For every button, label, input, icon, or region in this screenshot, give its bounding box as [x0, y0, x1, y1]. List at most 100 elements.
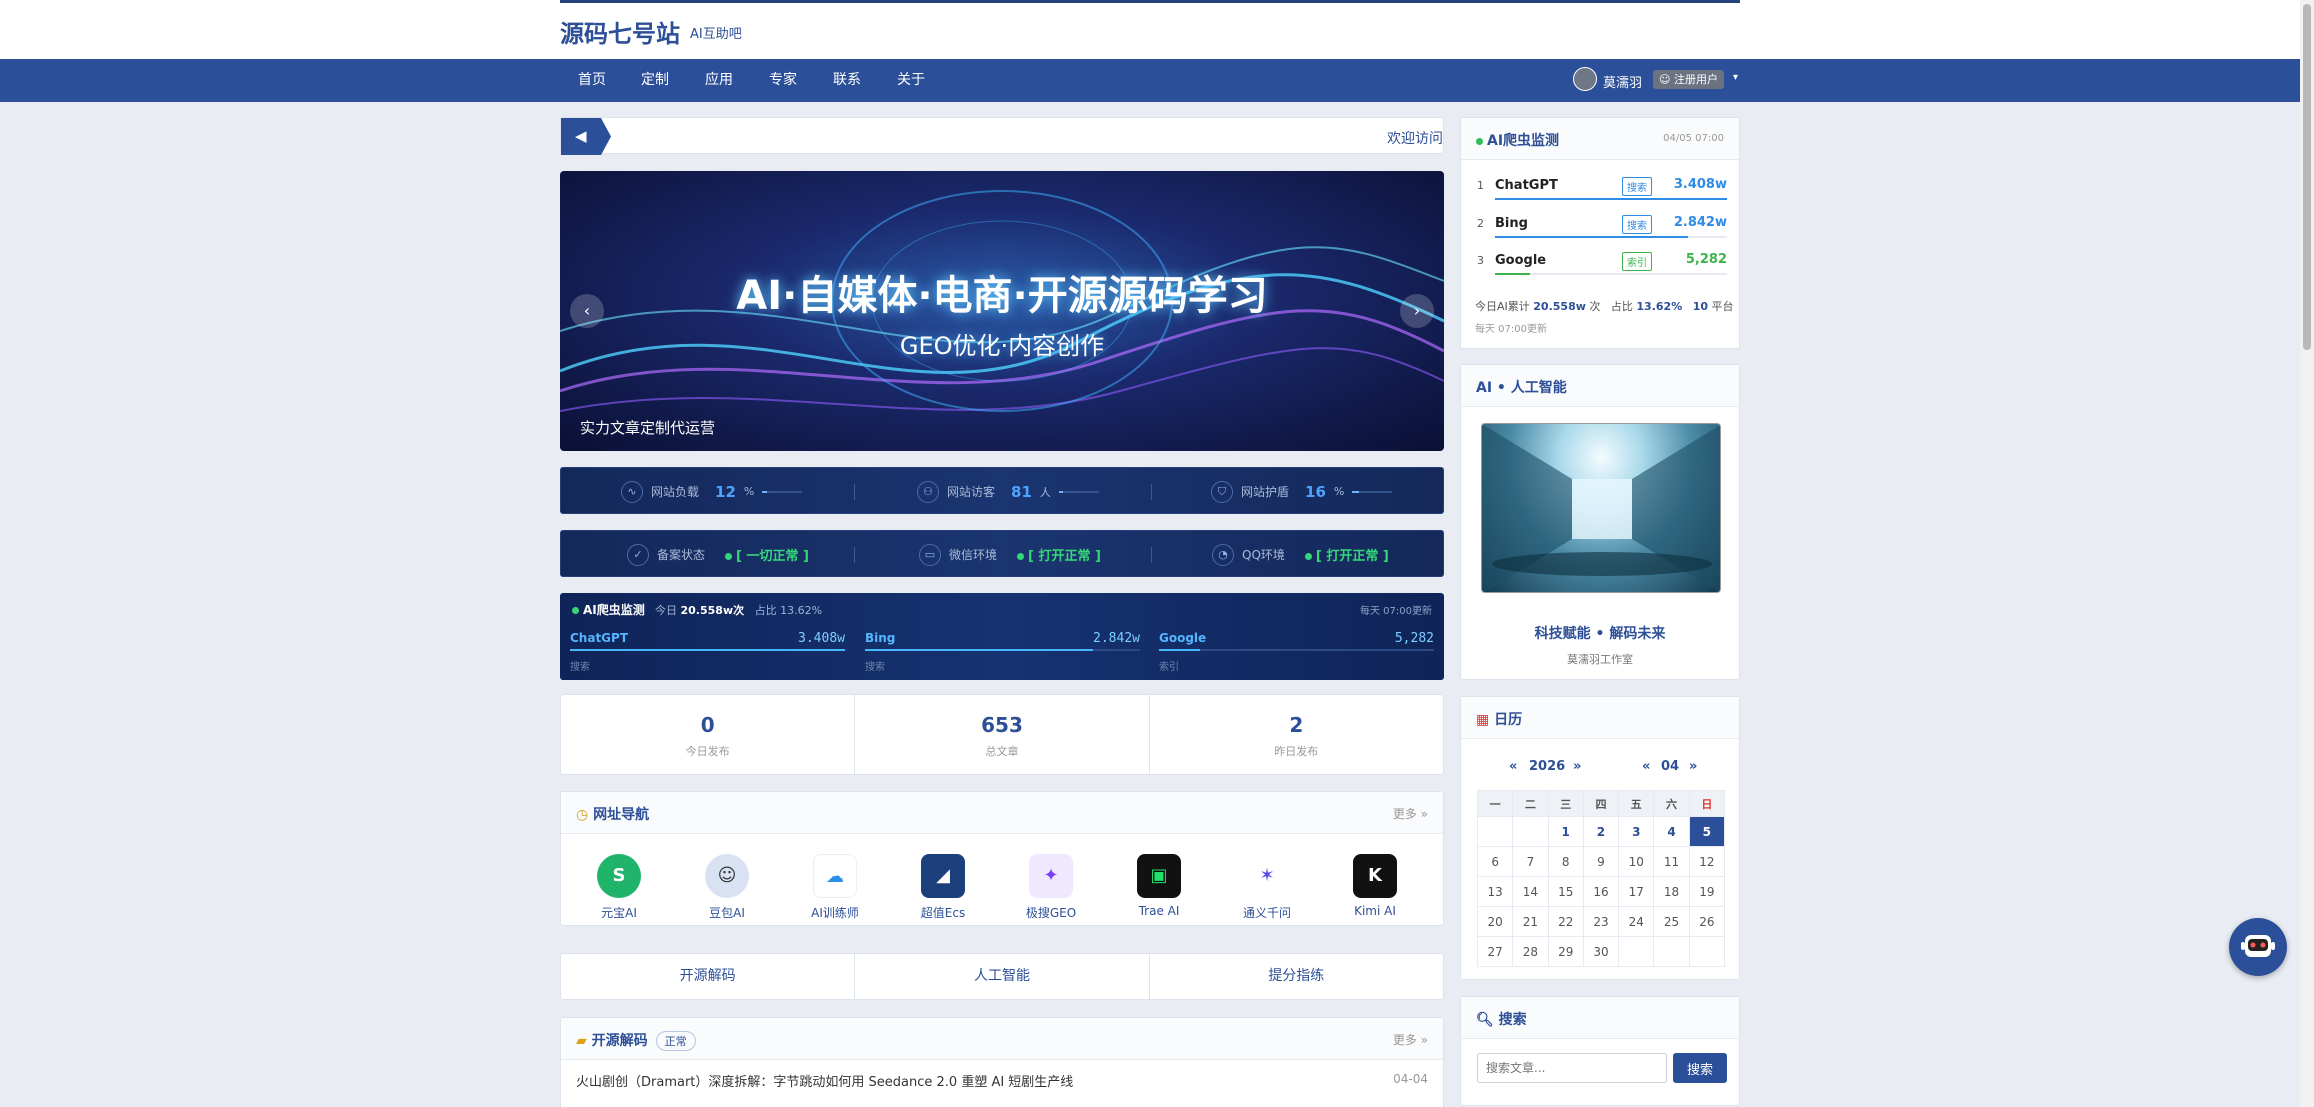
calendar-day[interactable]: 26: [1688, 906, 1726, 937]
nav-item-home[interactable]: 首页: [578, 59, 606, 102]
status-label: QQ环境: [1242, 548, 1285, 562]
calendar-day[interactable]: 19: [1688, 876, 1726, 907]
site-logo[interactable]: 源码七号站: [560, 14, 680, 49]
calendar-day[interactable]: 6: [1476, 846, 1514, 877]
calendar-day[interactable]: 4: [1653, 816, 1690, 847]
article-link[interactable]: 火山剧创（Dramart）深度拆解：字节跳动如何用 Seedance 2.0 重…: [576, 1071, 1073, 1090]
calendar-day[interactable]: 16: [1582, 876, 1620, 907]
weekday-header: 日: [1688, 790, 1726, 817]
calendar-day[interactable]: 28: [1512, 936, 1549, 967]
calendar-day[interactable]: 5: [1688, 816, 1726, 847]
status-value: 16: [1305, 482, 1326, 501]
section-title: AI • 人工智能: [1476, 380, 1567, 396]
corridor-graphic: [1482, 424, 1720, 592]
link-geo[interactable]: ✦ 极搜GEO: [1016, 854, 1086, 921]
calendar-day[interactable]: 13: [1476, 876, 1514, 907]
hero-banner[interactable]: AI·自媒体·电商·开源源码学习 GEO优化·内容创作 实力文章定制代运营 ‹ …: [560, 171, 1444, 451]
prev-year-button[interactable]: «: [1509, 759, 1517, 774]
banner-caption[interactable]: 实力文章定制代运营: [580, 417, 715, 438]
link-ecs[interactable]: ◢ 超值Ecs: [908, 854, 978, 921]
tab-practice[interactable]: 提分指练: [1150, 954, 1443, 999]
more-link[interactable]: 更多 »: [1393, 1031, 1428, 1048]
calendar-day: [1688, 936, 1726, 967]
announcement-bar: ◀ 欢迎访问: [560, 117, 1444, 155]
calendar-day[interactable]: 17: [1618, 876, 1655, 907]
calendar-day[interactable]: 23: [1582, 906, 1620, 937]
divider: [1151, 547, 1152, 563]
calendar-day[interactable]: 9: [1582, 846, 1620, 877]
nav-item-apps[interactable]: 应用: [705, 59, 733, 102]
link-trae[interactable]: ▣ Trae AI: [1124, 854, 1194, 918]
search-input[interactable]: [1477, 1053, 1667, 1083]
calendar-day[interactable]: 15: [1547, 876, 1584, 907]
status-load: ∿ 网站负载 12 %: [621, 468, 803, 515]
calendar-day[interactable]: 24: [1618, 906, 1655, 937]
megaphone-icon: ◀: [561, 118, 611, 155]
nav-item-custom[interactable]: 定制: [641, 59, 669, 102]
status-progress: [762, 490, 803, 493]
more-link[interactable]: 更多 »: [1393, 805, 1428, 822]
calendar-day[interactable]: 21: [1512, 906, 1549, 937]
calendar-day[interactable]: 2: [1582, 816, 1620, 847]
search-icon: 🔍︎: [1476, 1012, 1494, 1028]
chat-icon: ▭: [919, 543, 941, 566]
scrollbar-thumb[interactable]: [2303, 4, 2311, 350]
section-header: ▦ 日历: [1461, 697, 1739, 739]
next-month-button[interactable]: »: [1689, 759, 1697, 774]
calendar-day[interactable]: 10: [1618, 846, 1655, 877]
calendar-day[interactable]: 1: [1547, 816, 1584, 847]
chevron-down-icon[interactable]: ▾: [1733, 72, 1738, 83]
link-ai-trainer[interactable]: ☁ AI训练师: [800, 854, 870, 921]
calendar-day[interactable]: 8: [1547, 846, 1584, 877]
user-role-badge: ☺ 注册用户: [1653, 70, 1724, 89]
calendar-day[interactable]: 11: [1653, 846, 1690, 877]
next-year-button[interactable]: »: [1573, 759, 1581, 774]
nav-item-contact[interactable]: 联系: [833, 59, 861, 102]
calendar-day[interactable]: 7: [1512, 846, 1549, 877]
calendar-day: [1476, 816, 1514, 847]
nav-item-about[interactable]: 关于: [897, 59, 925, 102]
ai-image[interactable]: [1481, 423, 1721, 593]
status-label: 网站访客: [947, 485, 996, 499]
tab-ai[interactable]: 人工智能: [855, 954, 1150, 999]
status-progress: [1352, 490, 1393, 493]
calendar-day[interactable]: 18: [1653, 876, 1690, 907]
monitor-title: AI爬虫监测: [572, 601, 645, 618]
tab-open-source[interactable]: 开源解码: [561, 954, 856, 999]
status-qq: ◔ QQ环境 [ 打开正常 ]: [1212, 531, 1389, 578]
calendar-day[interactable]: 3: [1618, 816, 1655, 847]
environment-status-panel: ✓ 备案状态 [ 一切正常 ] ▭ 微信环境 [ 打开正常 ] ◔ QQ环境 […: [560, 530, 1444, 577]
status-shield: ⛉ 网站护盾 16 %: [1211, 468, 1393, 515]
banner-title: AI·自媒体·电商·开源源码学习: [736, 273, 1268, 319]
link-tongyi[interactable]: ✶ 通义千问: [1232, 854, 1302, 921]
link-doubao[interactable]: ☺ 豆包AI: [692, 854, 762, 921]
calendar-day[interactable]: 14: [1512, 876, 1549, 907]
calendar-day[interactable]: 22: [1547, 906, 1584, 937]
banner-prev-button[interactable]: ‹: [570, 294, 604, 328]
divider: [854, 484, 855, 500]
calendar-day: [1512, 816, 1549, 847]
calendar-day[interactable]: 12: [1688, 846, 1726, 877]
calendar-day[interactable]: 30: [1582, 936, 1620, 967]
search-button[interactable]: 搜索: [1673, 1053, 1727, 1083]
prev-month-button[interactable]: «: [1642, 759, 1650, 774]
clock-icon: ◷: [576, 807, 589, 823]
calendar-day: [1618, 936, 1655, 967]
section-header: ▰ 开源解码 正常 更多 »: [561, 1018, 1443, 1060]
calendar-day[interactable]: 29: [1547, 936, 1584, 967]
announcement-text[interactable]: 欢迎访问: [1387, 128, 1443, 148]
user-avatar[interactable]: [1573, 67, 1597, 91]
link-kimi[interactable]: K Kimi AI: [1340, 854, 1410, 918]
sidebar-calendar: ▦ 日历 « 2026 » « 04 » 一二三四五六日 1 2 3 4 5 6 7 8 9 10 1…: [1460, 696, 1740, 980]
banner-next-button[interactable]: ›: [1400, 294, 1434, 328]
nav-item-experts[interactable]: 专家: [769, 59, 797, 102]
calendar-day[interactable]: 27: [1476, 936, 1514, 967]
calendar-day[interactable]: 20: [1476, 906, 1514, 937]
status-wechat: ▭ 微信环境 [ 打开正常 ]: [919, 531, 1101, 578]
link-yuanbao[interactable]: S 元宝AI: [584, 854, 654, 921]
chat-assistant-button[interactable]: [2229, 918, 2287, 976]
calendar-day[interactable]: 25: [1653, 906, 1690, 937]
user-name[interactable]: 莫濡羽: [1603, 72, 1642, 91]
ai-crawler-monitor-strip: AI爬虫监测 今日 20.558w次 占比 13.62% 每天 07:00更新 …: [560, 593, 1444, 680]
weekday-header: 六: [1653, 790, 1690, 817]
